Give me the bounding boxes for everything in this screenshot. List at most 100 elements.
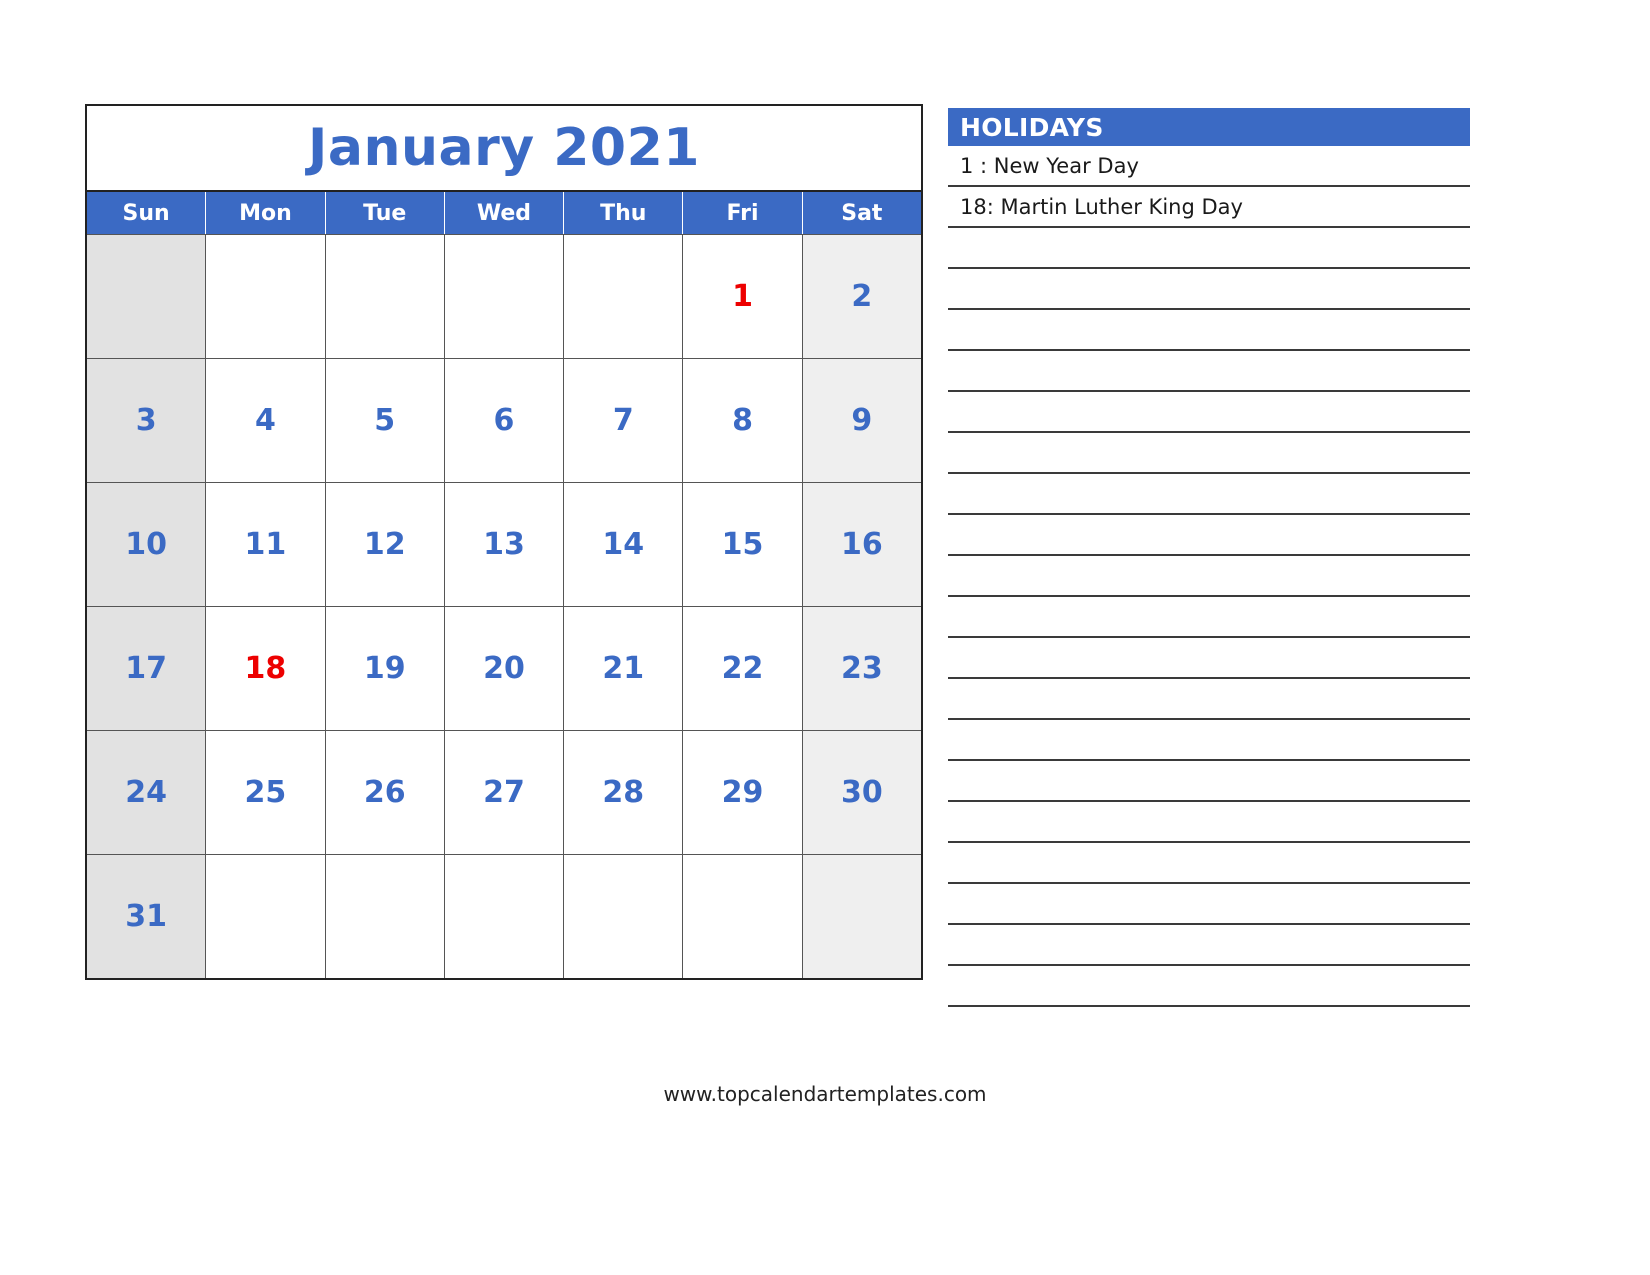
day-number: 21 <box>602 650 645 686</box>
weekday-header-tue: Tue <box>326 192 445 234</box>
holiday-blank-line[interactable] <box>948 597 1470 638</box>
day-cell-25[interactable]: 25 <box>206 731 326 855</box>
day-number: 22 <box>721 650 764 686</box>
day-number: 30 <box>840 774 883 810</box>
holiday-blank-line[interactable] <box>948 966 1470 1007</box>
holiday-blank-line[interactable] <box>948 515 1470 556</box>
day-number: 19 <box>363 650 406 686</box>
holiday-blank-line[interactable] <box>948 679 1470 720</box>
day-cell-11[interactable]: 11 <box>206 483 326 607</box>
holiday-entry-line[interactable]: 18: Martin Luther King Day <box>948 187 1470 228</box>
day-cell-23[interactable]: 23 <box>802 607 921 731</box>
weekday-header-thu: Thu <box>564 192 684 234</box>
day-number: 14 <box>602 526 645 562</box>
calendar-week-row: 10 11 12 13 14 15 16 <box>87 483 921 607</box>
day-number: 17 <box>125 650 168 686</box>
day-cell-15[interactable]: 15 <box>683 483 803 607</box>
day-cell-10[interactable]: 10 <box>87 483 207 607</box>
calendar-week-row: 12 <box>87 235 921 359</box>
day-cell-27[interactable]: 27 <box>444 731 565 855</box>
day-number: 13 <box>483 526 525 562</box>
day-number: 23 <box>840 650 883 686</box>
day-number: 10 <box>125 526 168 562</box>
day-number: 12 <box>363 526 406 562</box>
day-cell-empty[interactable] <box>683 855 803 978</box>
day-cell-4[interactable]: 4 <box>206 359 326 483</box>
day-cell-13[interactable]: 13 <box>444 483 565 607</box>
day-cell-empty[interactable] <box>564 855 684 978</box>
holiday-blank-line[interactable] <box>948 310 1470 351</box>
day-number: 29 <box>721 774 764 810</box>
day-number: 2 <box>851 278 873 314</box>
weekday-header-wed: Wed <box>445 192 565 234</box>
holiday-blank-line[interactable] <box>948 884 1470 925</box>
day-cell-empty[interactable] <box>87 235 207 359</box>
holiday-blank-line[interactable] <box>948 269 1470 310</box>
day-cell-9[interactable]: 9 <box>802 359 921 483</box>
day-cell-17[interactable]: 17 <box>87 607 207 731</box>
day-cell-14[interactable]: 14 <box>564 483 684 607</box>
day-cell-30[interactable]: 30 <box>802 731 921 855</box>
day-number: 11 <box>244 526 287 562</box>
day-cell-empty[interactable] <box>444 235 565 359</box>
holiday-blank-line[interactable] <box>948 351 1470 392</box>
holiday-entry-text: 1 : New Year Day <box>960 153 1139 178</box>
day-number: 5 <box>374 402 396 438</box>
holidays-panel-header: HOLIDAYS <box>948 108 1470 146</box>
holiday-entry-line[interactable]: 1 : New Year Day <box>948 146 1470 187</box>
day-number: 25 <box>244 774 287 810</box>
day-number: 9 <box>851 402 873 438</box>
day-cell-3[interactable]: 3 <box>87 359 207 483</box>
day-cell-16[interactable]: 16 <box>802 483 921 607</box>
day-number: 31 <box>125 898 168 934</box>
holiday-blank-line[interactable] <box>948 802 1470 843</box>
day-cell-7[interactable]: 7 <box>564 359 684 483</box>
day-cell-21[interactable]: 21 <box>564 607 684 731</box>
day-cell-5[interactable]: 5 <box>325 359 445 483</box>
holiday-blank-line[interactable] <box>948 433 1470 474</box>
holiday-blank-line[interactable] <box>948 228 1470 269</box>
day-number: 16 <box>840 526 883 562</box>
day-cell-empty[interactable] <box>802 855 921 978</box>
holiday-blank-line[interactable] <box>948 556 1470 597</box>
holiday-blank-line[interactable] <box>948 392 1470 433</box>
day-cell-1[interactable]: 1 <box>683 235 803 359</box>
day-cell-20[interactable]: 20 <box>444 607 565 731</box>
day-cell-empty[interactable] <box>206 235 326 359</box>
day-cell-24[interactable]: 24 <box>87 731 207 855</box>
day-cell-26[interactable]: 26 <box>325 731 445 855</box>
calendar-week-row: 3 4 5 6 7 8 9 <box>87 359 921 483</box>
day-cell-empty[interactable] <box>325 855 445 978</box>
holiday-blank-line[interactable] <box>948 474 1470 515</box>
day-number: 24 <box>125 774 168 810</box>
day-cell-22[interactable]: 22 <box>683 607 803 731</box>
day-cell-2[interactable]: 2 <box>802 235 921 359</box>
day-cell-28[interactable]: 28 <box>564 731 684 855</box>
day-cell-6[interactable]: 6 <box>444 359 565 483</box>
weekday-header-fri: Fri <box>683 192 803 234</box>
day-number: 28 <box>602 774 645 810</box>
day-cell-18[interactable]: 18 <box>206 607 326 731</box>
day-number: 7 <box>612 402 634 438</box>
day-number: 4 <box>254 402 276 438</box>
holiday-blank-line[interactable] <box>948 761 1470 802</box>
holidays-panel: HOLIDAYS 1 : New Year Day 18: Martin Luth… <box>948 108 1470 1007</box>
day-cell-empty[interactable] <box>325 235 445 359</box>
day-cell-empty[interactable] <box>444 855 565 978</box>
calendar-week-row: 31 <box>87 855 921 978</box>
day-cell-19[interactable]: 19 <box>325 607 445 731</box>
day-cell-empty[interactable] <box>206 855 326 978</box>
day-cell-29[interactable]: 29 <box>683 731 803 855</box>
day-cell-12[interactable]: 12 <box>325 483 445 607</box>
day-cell-31[interactable]: 31 <box>87 855 207 978</box>
holiday-blank-line[interactable] <box>948 925 1470 966</box>
day-cell-empty[interactable] <box>564 235 684 359</box>
weekday-header-row: Sun Mon Tue Wed Thu Fri Sat <box>87 192 921 234</box>
holiday-blank-line[interactable] <box>948 720 1470 761</box>
day-number: 27 <box>483 774 525 810</box>
page-title: January 2021 <box>308 118 700 178</box>
day-cell-8[interactable]: 8 <box>683 359 803 483</box>
holidays-lines-list: 1 : New Year Day 18: Martin Luther King D… <box>948 146 1470 1007</box>
holiday-blank-line[interactable] <box>948 638 1470 679</box>
holiday-blank-line[interactable] <box>948 843 1470 884</box>
